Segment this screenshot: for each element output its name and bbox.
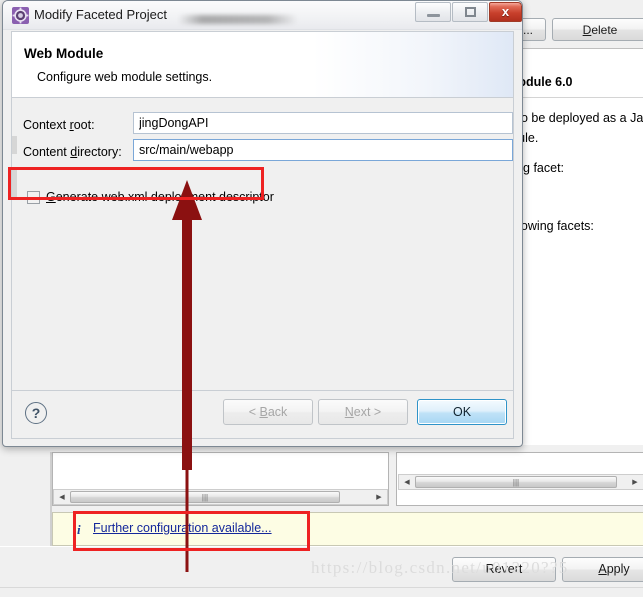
scroll-thumb[interactable]: ||| [70,491,340,503]
close-button[interactable]: x [489,2,522,22]
facet-detail-line: Requires the following facet: [516,161,565,175]
facet-detail-panel: Dynamic Web module 6.0 Enables the proje… [516,48,643,445]
dialog-footer: ? < Back Next > OK [11,391,514,439]
scroll-thumb[interactable]: ||| [415,476,617,488]
generate-webxml-mnemonic: G [46,190,56,204]
delete-button-rest: elete [591,23,618,37]
facet-tree-horizontal-scrollbar[interactable]: ◀ ||| ▶ [53,489,388,505]
content-directory-label: Content directory: [23,145,122,159]
dialog-title: Modify Faceted Project [34,7,167,22]
facet-detail-divider [517,97,643,98]
scroll-track[interactable]: ||| [70,490,371,504]
maximize-icon [465,7,476,17]
delete-button[interactable]: Delete [552,18,643,41]
scroll-right-arrow-icon[interactable]: ▶ [371,490,387,504]
gear-icon [12,7,29,24]
context-root-input[interactable] [133,112,513,134]
facet-detail-line: Enables the project to be deployed as a … [517,111,643,125]
page-description: Configure web module settings. [37,70,213,84]
apply-button-rest: pply [606,562,630,576]
generate-webxml-checkbox[interactable] [27,191,40,204]
back-button[interactable]: < Back [223,399,313,425]
dialog-body: Context root: Content directory: Generat… [11,97,514,391]
context-root-mnemonic: r [69,118,74,132]
detail-panel-horizontal-scrollbar[interactable]: ◀ ||| ▶ [398,474,643,490]
maximize-button[interactable] [452,2,488,22]
context-root-label: Context root: [23,118,95,132]
background-toolbar: s... Delete [504,18,643,42]
bottom-bar-divider [0,587,643,588]
blurred-title-suffix [178,15,298,24]
body-edge-nub [12,168,17,198]
delete-button-mnemonic: D [582,23,592,37]
scroll-right-arrow-icon[interactable]: ▶ [627,475,643,489]
ok-button[interactable]: OK [417,399,507,425]
body-edge-nub [12,136,17,154]
next-button[interactable]: Next > [318,399,408,425]
close-icon: x [501,4,510,19]
help-icon[interactable]: ? [25,402,47,424]
scroll-left-arrow-icon[interactable]: ◀ [399,475,415,489]
dialog-title-bar[interactable]: Modify Faceted Project x [3,1,522,30]
dialog-header: Web Module Configure web module settings… [11,31,514,97]
content-directory-input[interactable] [133,139,513,161]
back-button-mnemonic: B [259,405,268,419]
minimize-button[interactable] [415,2,451,22]
facet-detail-line: Conflicts with the following facets: [517,219,594,233]
generate-webxml-label: Generate web.xml deployment descriptor [46,190,274,204]
scroll-track[interactable]: ||| [415,475,627,489]
next-button-mnemonic: N [344,405,354,419]
watermark: https://blog.csdn.net/u01220??5 [311,558,569,577]
info-icon: i [77,522,81,537]
facet-detail-heading: Dynamic Web module 6.0 [517,75,573,89]
further-configuration-link[interactable]: Further configuration available... [93,521,272,535]
content-directory-mnemonic: d [70,145,78,159]
apply-button[interactable]: Apply [562,557,643,582]
scroll-left-arrow-icon[interactable]: ◀ [54,490,70,504]
apply-button-mnemonic: A [598,562,607,576]
minimize-icon [427,14,440,17]
further-configuration-info-bar: i Further configuration available... [52,512,643,546]
modify-faceted-project-dialog: Modify Faceted Project x Web Module Conf… [2,0,523,447]
page-title: Web Module [24,46,104,61]
